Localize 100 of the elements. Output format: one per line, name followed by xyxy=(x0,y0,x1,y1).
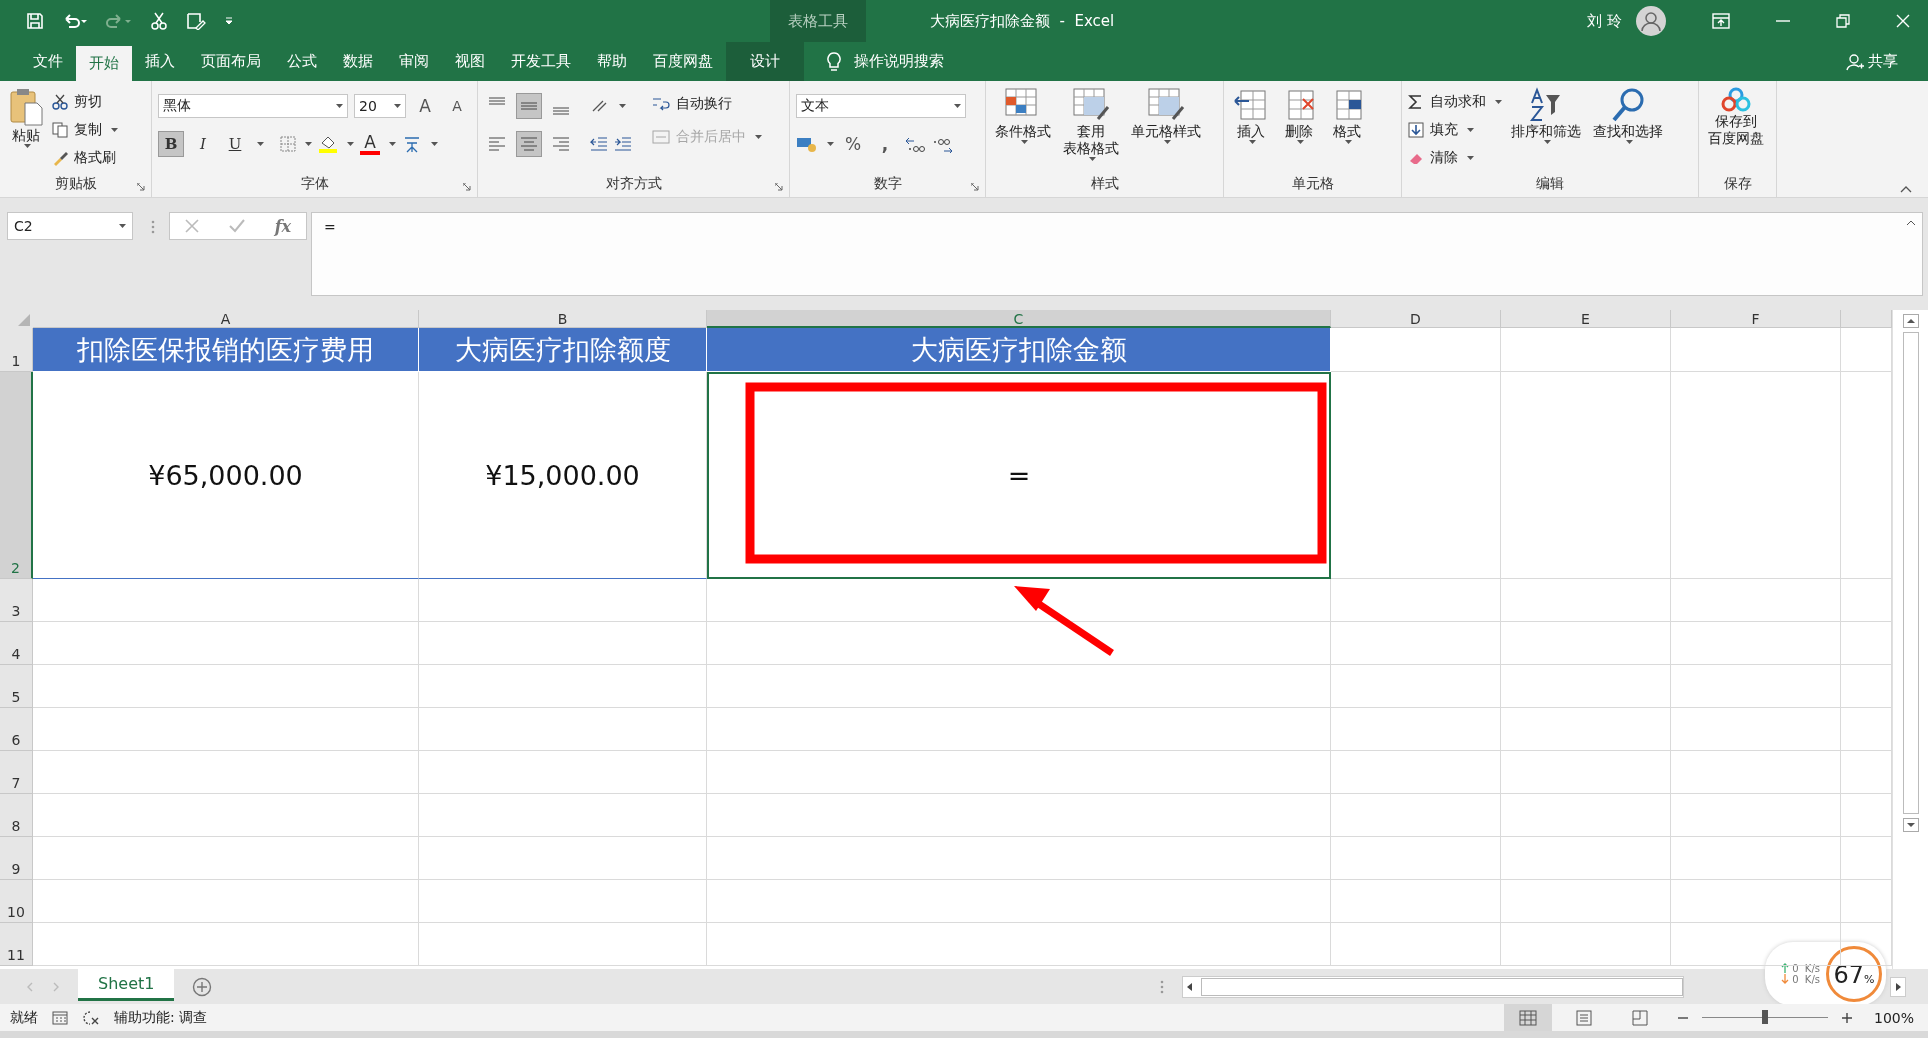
macro-record-icon[interactable] xyxy=(52,1010,68,1025)
previous-sheet-icon[interactable] xyxy=(26,981,34,992)
restore-icon[interactable] xyxy=(1836,14,1850,28)
cancel-icon[interactable] xyxy=(184,219,199,233)
clipboard-button[interactable]: 剪切 xyxy=(52,89,118,114)
tell-me-search[interactable]: 操作说明搜索 xyxy=(854,52,944,71)
empty-cell[interactable] xyxy=(419,751,707,794)
empty-cell[interactable] xyxy=(1671,328,1841,372)
editing-button[interactable]: 清除 xyxy=(1408,145,1502,170)
empty-cell[interactable] xyxy=(1501,837,1671,880)
check-icon[interactable] xyxy=(228,219,245,233)
zoom-level[interactable]: 100% xyxy=(1873,1009,1928,1026)
phonetic-icon[interactable] xyxy=(402,135,422,153)
empty-cell[interactable] xyxy=(1501,751,1671,794)
add-sheet-icon[interactable] xyxy=(192,976,213,997)
empty-cell[interactable] xyxy=(1671,794,1841,837)
empty-cell[interactable] xyxy=(419,708,707,751)
styles-button[interactable]: 条件格式 xyxy=(992,85,1054,146)
caret-icon[interactable] xyxy=(347,142,354,146)
empty-cell[interactable] xyxy=(1501,328,1671,372)
editing-button[interactable]: 填充 xyxy=(1408,117,1502,142)
save-to-cloud-button[interactable]: 保存到 百度网盘 xyxy=(1705,85,1767,149)
empty-cell[interactable] xyxy=(1501,579,1671,622)
ribbon-tab[interactable]: 审阅 xyxy=(386,42,442,81)
empty-cell[interactable] xyxy=(1331,372,1501,579)
caret-icon[interactable] xyxy=(827,142,834,146)
scissors-icon[interactable] xyxy=(150,12,168,30)
redo-icon[interactable] xyxy=(106,12,132,30)
insert-function-button[interactable]: fx xyxy=(274,216,292,236)
empty-cell[interactable] xyxy=(1671,665,1841,708)
caret-icon[interactable] xyxy=(24,144,31,148)
empty-cell[interactable] xyxy=(1331,923,1501,966)
row-header[interactable]: 3 xyxy=(0,579,33,622)
row-header[interactable]: 8 xyxy=(0,794,33,837)
caret-icon[interactable] xyxy=(389,142,396,146)
empty-cell[interactable] xyxy=(1501,622,1671,665)
empty-cell[interactable] xyxy=(1331,708,1501,751)
ribbon-tab[interactable]: 开始 xyxy=(76,46,132,81)
caret-icon[interactable] xyxy=(1297,140,1304,144)
ribbon-tab[interactable]: 页面布局 xyxy=(188,42,274,81)
caret-icon[interactable] xyxy=(954,104,961,108)
empty-cell[interactable] xyxy=(419,837,707,880)
empty-cell[interactable] xyxy=(1331,622,1501,665)
caret-icon[interactable] xyxy=(1467,127,1474,132)
row-header[interactable]: 11 xyxy=(0,923,33,966)
caret-icon[interactable] xyxy=(1164,140,1171,144)
empty-cell[interactable] xyxy=(1331,837,1501,880)
caret-icon[interactable] xyxy=(305,142,312,146)
caret-icon[interactable] xyxy=(1345,140,1352,144)
empty-cell[interactable] xyxy=(1671,880,1841,923)
dialog-launcher-icon[interactable] xyxy=(463,183,471,191)
header-cell[interactable]: 大病医疗扣除额度 xyxy=(419,328,707,372)
column-header[interactable]: C xyxy=(707,310,1331,328)
header-cell[interactable]: 扣除医保报销的医疗费用 xyxy=(33,328,419,372)
empty-cell[interactable] xyxy=(1671,622,1841,665)
empty-cell[interactable] xyxy=(1501,923,1671,966)
currency-icon[interactable] xyxy=(796,136,818,152)
caret-icon[interactable] xyxy=(394,104,401,108)
dialog-launcher-icon[interactable] xyxy=(137,183,145,191)
empty-cell[interactable] xyxy=(419,923,707,966)
ribbon-display-icon[interactable] xyxy=(1712,13,1730,29)
caret-icon[interactable] xyxy=(257,142,264,146)
ribbon-tab[interactable]: 设计 xyxy=(726,42,804,81)
empty-cell[interactable] xyxy=(1671,579,1841,622)
row-header[interactable]: 7 xyxy=(0,751,33,794)
sheet-tab[interactable]: Sheet1 xyxy=(78,968,175,1001)
decrease-indent-icon[interactable] xyxy=(590,137,608,151)
vertical-align-button[interactable] xyxy=(516,93,542,119)
caret-icon[interactable] xyxy=(1544,140,1551,144)
ribbon-tab[interactable]: 视图 xyxy=(442,42,498,81)
empty-cell[interactable] xyxy=(1501,880,1671,923)
ribbon-tab[interactable]: 开发工具 xyxy=(498,42,584,81)
horizontal-align-button[interactable] xyxy=(516,131,542,157)
empty-cell[interactable] xyxy=(419,665,707,708)
caret-icon[interactable] xyxy=(111,127,118,132)
empty-cell[interactable] xyxy=(707,751,1331,794)
save-icon[interactable] xyxy=(26,12,44,30)
empty-cell[interactable] xyxy=(419,579,707,622)
collapse-formula-icon[interactable] xyxy=(1906,220,1916,226)
lightbulb-icon[interactable] xyxy=(826,51,842,72)
clipboard-button[interactable]: 复制 xyxy=(52,117,118,142)
empty-cell[interactable] xyxy=(707,880,1331,923)
font-size-field[interactable]: 20 xyxy=(354,94,406,118)
minimize-icon[interactable] xyxy=(1776,20,1790,22)
caret-icon[interactable] xyxy=(1467,155,1474,160)
empty-cell[interactable] xyxy=(1331,880,1501,923)
empty-cell[interactable] xyxy=(1501,794,1671,837)
row-header[interactable]: 10 xyxy=(0,880,33,923)
styles-button[interactable]: 套用 表格格式 xyxy=(1060,85,1122,163)
styles-button[interactable]: 单元格样式 xyxy=(1128,85,1204,146)
cells-button[interactable]: 插入 xyxy=(1230,85,1272,146)
table-cell[interactable]: ¥65,000.00 xyxy=(33,372,419,579)
grow-font-button[interactable]: A xyxy=(412,93,438,119)
column-header[interactable]: F xyxy=(1671,310,1841,328)
ribbon-tab[interactable]: 百度网盘 xyxy=(640,42,726,81)
editing-button[interactable]: 排序和筛选 xyxy=(1508,85,1584,146)
empty-cell[interactable] xyxy=(707,665,1331,708)
column-header[interactable]: B xyxy=(419,310,707,328)
horizontal-scrollbar[interactable] xyxy=(1182,975,1685,998)
row-header[interactable]: 4 xyxy=(0,622,33,665)
